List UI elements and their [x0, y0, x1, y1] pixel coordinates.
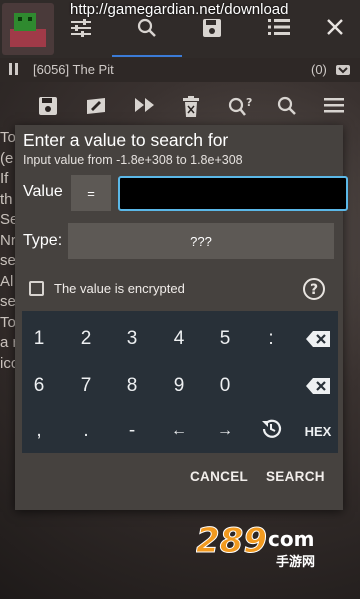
key-2[interactable]: 2 [63, 319, 109, 359]
list-icon[interactable] [268, 18, 290, 41]
key-3[interactable]: 3 [109, 319, 155, 359]
operator-button[interactable]: = [71, 175, 111, 211]
search-icon[interactable] [137, 18, 157, 43]
key-colon[interactable]: : [248, 319, 294, 359]
key-1[interactable]: 1 [16, 319, 62, 359]
type-select[interactable]: ??? [68, 223, 334, 259]
history-icon[interactable] [248, 409, 294, 449]
url-text: http://gamegardian.net/download [70, 1, 289, 18]
encrypted-label: The value is encrypted [54, 281, 185, 296]
backspace-icon[interactable] [295, 319, 341, 359]
chevron-down-icon[interactable] [335, 64, 351, 79]
save-icon[interactable] [202, 18, 222, 43]
key-minus[interactable]: - [109, 411, 155, 451]
search-dialog: Enter a value to search for Input value … [15, 125, 348, 510]
result-count: (0) [311, 62, 327, 77]
menu-icon[interactable] [324, 96, 344, 119]
cancel-button[interactable]: CANCEL [190, 469, 248, 484]
watermark-logo: 289 com 手游网 [196, 520, 346, 575]
pause-icon[interactable] [8, 62, 20, 79]
edit-icon[interactable] [85, 96, 107, 123]
svg-text:?: ? [310, 282, 318, 298]
settings-sliders-icon[interactable] [70, 18, 92, 43]
help-icon[interactable]: ? [302, 277, 326, 306]
key-7[interactable]: 7 [63, 366, 109, 406]
value-input[interactable] [118, 176, 348, 211]
encrypted-checkbox[interactable] [29, 281, 44, 296]
key-cursor-left[interactable]: ← [156, 411, 202, 451]
process-bar[interactable]: [6056] The Pit (0) [0, 58, 360, 82]
type-label: Type: [23, 232, 63, 249]
dialog-subtitle: Input value from -1.8e+308 to 1.8e+308 [23, 153, 243, 167]
key-cursor-right[interactable]: → [202, 411, 248, 451]
key-0[interactable]: 0 [202, 366, 248, 406]
top-bar: http://gamegardian.net/download [0, 0, 360, 58]
key-hex[interactable]: HEX [295, 411, 341, 451]
search-button[interactable]: SEARCH [266, 469, 325, 484]
search-icon[interactable] [277, 96, 297, 121]
key-dot[interactable]: . [63, 411, 109, 451]
key-comma[interactable]: , [16, 411, 62, 451]
process-name: [6056] The Pit [33, 62, 114, 77]
key-5[interactable]: 5 [202, 319, 248, 359]
value-label: Value [23, 183, 63, 200]
close-icon[interactable] [326, 18, 344, 41]
key-6[interactable]: 6 [16, 366, 62, 406]
dialog-title: Enter a value to search for [23, 130, 229, 150]
svg-text:289: 289 [196, 521, 267, 561]
svg-text:com: com [268, 527, 314, 551]
numeric-keyboard: 1 2 3 4 5 : 6 7 8 9 0 , . - ← → HEX [22, 311, 338, 453]
delete-icon[interactable] [182, 96, 200, 123]
toolbar: ? [0, 90, 360, 124]
svg-text:手游网: 手游网 [276, 554, 315, 570]
search-unknown-icon[interactable]: ? [228, 96, 252, 123]
key-4[interactable]: 4 [156, 319, 202, 359]
fast-forward-icon[interactable] [134, 96, 156, 119]
save-icon[interactable] [38, 96, 58, 121]
tab-underline [112, 55, 182, 57]
key-8[interactable]: 8 [109, 366, 155, 406]
key-9[interactable]: 9 [156, 366, 202, 406]
clear-icon[interactable] [295, 366, 341, 406]
svg-text:?: ? [246, 96, 252, 109]
app-icon[interactable] [2, 3, 54, 55]
